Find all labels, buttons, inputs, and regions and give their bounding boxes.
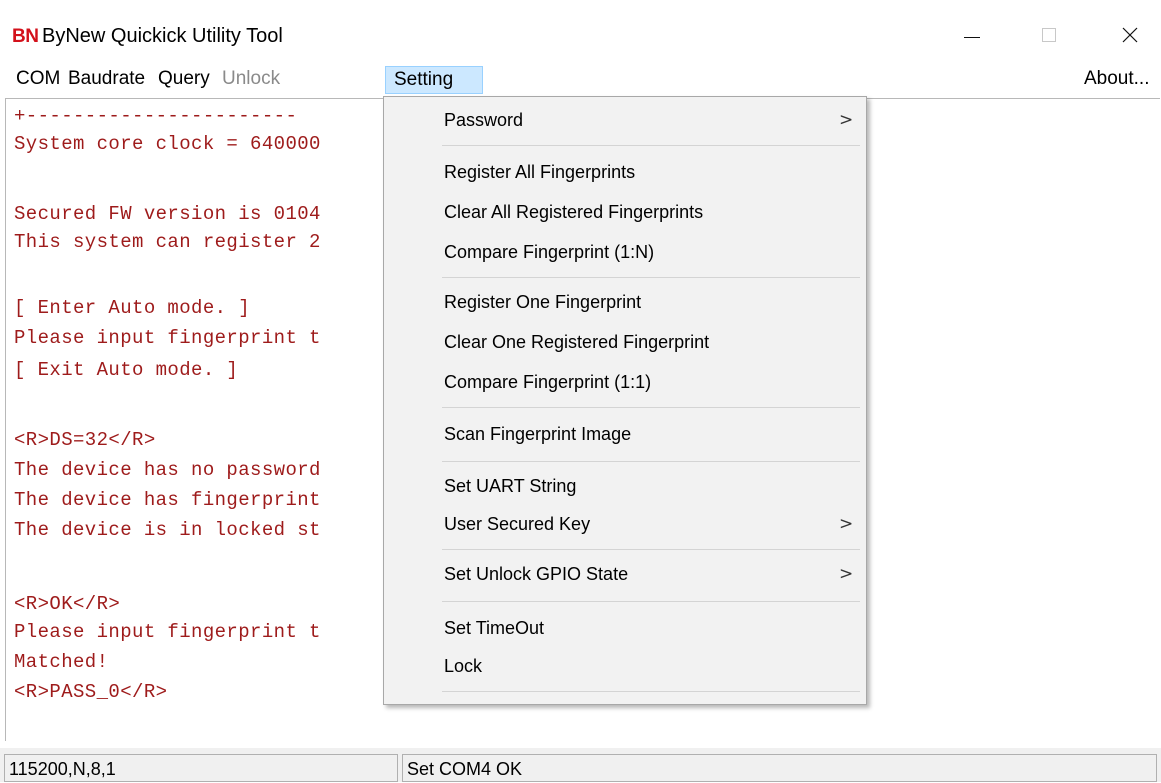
console-line: Please input fingerprint t — [14, 327, 321, 349]
status-message: Set COM4 OK — [402, 754, 1157, 782]
menu-about[interactable]: About... — [1082, 66, 1152, 92]
menu-item-compare-11[interactable]: Compare Fingerprint (1:1) — [384, 365, 866, 401]
chevron-right-icon: > — [839, 514, 854, 534]
menu-item-label: User Secured Key — [444, 514, 591, 534]
menu-setting[interactable]: Setting — [385, 66, 483, 94]
menu-item-lock[interactable]: Lock — [384, 649, 866, 685]
menu-item-label: Set TimeOut — [444, 618, 545, 638]
menu-item-register-one[interactable]: Register One Fingerprint — [384, 285, 866, 321]
menu-baudrate[interactable]: Baudrate — [66, 66, 147, 92]
console-line: The device has fingerprint — [14, 489, 321, 511]
menu-item-label: Clear All Registered Fingerprints — [444, 202, 704, 222]
console-line: Matched! — [14, 651, 109, 673]
status-baudrate: 115200,N,8,1 — [4, 754, 398, 782]
minimize-icon[interactable] — [950, 18, 994, 52]
chevron-right-icon: > — [839, 110, 854, 130]
menu-item-label: Password — [444, 110, 524, 130]
console-line: [ Exit Auto mode. ] — [14, 359, 239, 381]
setting-dropdown-menu: Password > Register All Fingerprints Cle… — [383, 96, 867, 705]
console-line: <R>OK</R> — [14, 593, 121, 615]
menu-item-register-all[interactable]: Register All Fingerprints — [384, 155, 866, 191]
menu-item-clear-one[interactable]: Clear One Registered Fingerprint — [384, 325, 866, 361]
close-x-glyph — [1122, 27, 1138, 43]
menu-item-compare-1n[interactable]: Compare Fingerprint (1:N) — [384, 235, 866, 271]
window-title: ByNew Quickick Utility Tool — [42, 25, 283, 47]
console-line: [ Enter Auto mode. ] — [14, 297, 251, 319]
menu-item-label: Register One Fingerprint — [444, 292, 642, 312]
menu-item-set-uart-string[interactable]: Set UART String — [384, 469, 866, 505]
console-line: <R>PASS_0</R> — [14, 681, 168, 703]
console-line: Secured FW version is 0104 — [14, 203, 321, 225]
menu-item-user-secured-key[interactable]: User Secured Key > — [384, 507, 866, 543]
console-line: System core clock = 640000 — [14, 133, 321, 155]
menu-item-clear-all[interactable]: Clear All Registered Fingerprints — [384, 195, 866, 231]
menu-item-label: Clear One Registered Fingerprint — [444, 332, 710, 352]
menu-separator — [442, 691, 860, 692]
status-bar: 115200,N,8,1 Set COM4 OK — [0, 748, 1161, 782]
close-icon[interactable] — [1108, 18, 1152, 52]
menu-unlock[interactable]: Unlock — [220, 66, 282, 92]
menu-item-label: Compare Fingerprint (1:N) — [444, 242, 655, 262]
menu-item-label: Scan Fingerprint Image — [444, 424, 632, 444]
title-bar: BN ByNew Quickick Utility Tool — [0, 0, 1161, 66]
console-line: The device has no password — [14, 459, 321, 481]
console-line: Please input fingerprint t — [14, 621, 321, 643]
console-line: This system can register 2 — [14, 231, 321, 253]
menu-separator — [442, 277, 860, 278]
menu-bar: COM Baudrate Query Unlock Setting About.… — [0, 62, 1161, 96]
menu-item-password[interactable]: Password > — [384, 103, 866, 139]
menu-item-label: Set Unlock GPIO State — [444, 564, 629, 584]
menu-item-scan-image[interactable]: Scan Fingerprint Image — [384, 417, 866, 453]
menu-com[interactable]: COM — [14, 66, 62, 92]
menu-separator — [442, 145, 860, 146]
menu-item-set-timeout[interactable]: Set TimeOut — [384, 611, 866, 647]
console-line: The device is in locked st — [14, 519, 321, 541]
menu-item-label: Compare Fingerprint (1:1) — [444, 372, 652, 392]
console-line: <R>DS=32</R> — [14, 429, 156, 451]
menu-item-set-unlock-gpio[interactable]: Set Unlock GPIO State > — [384, 557, 866, 593]
menu-separator — [442, 549, 860, 550]
menu-separator — [442, 407, 860, 408]
menu-separator — [442, 601, 860, 602]
menu-item-label: Lock — [444, 656, 483, 676]
app-logo: BN — [12, 26, 39, 47]
console-line: +----------------------- — [14, 105, 298, 127]
menu-item-label: Set UART String — [444, 476, 577, 496]
menu-separator — [442, 461, 860, 462]
menu-item-label: Register All Fingerprints — [444, 162, 636, 182]
chevron-right-icon: > — [839, 564, 854, 584]
menu-query[interactable]: Query — [156, 66, 212, 92]
maximize-icon[interactable] — [1026, 18, 1070, 52]
